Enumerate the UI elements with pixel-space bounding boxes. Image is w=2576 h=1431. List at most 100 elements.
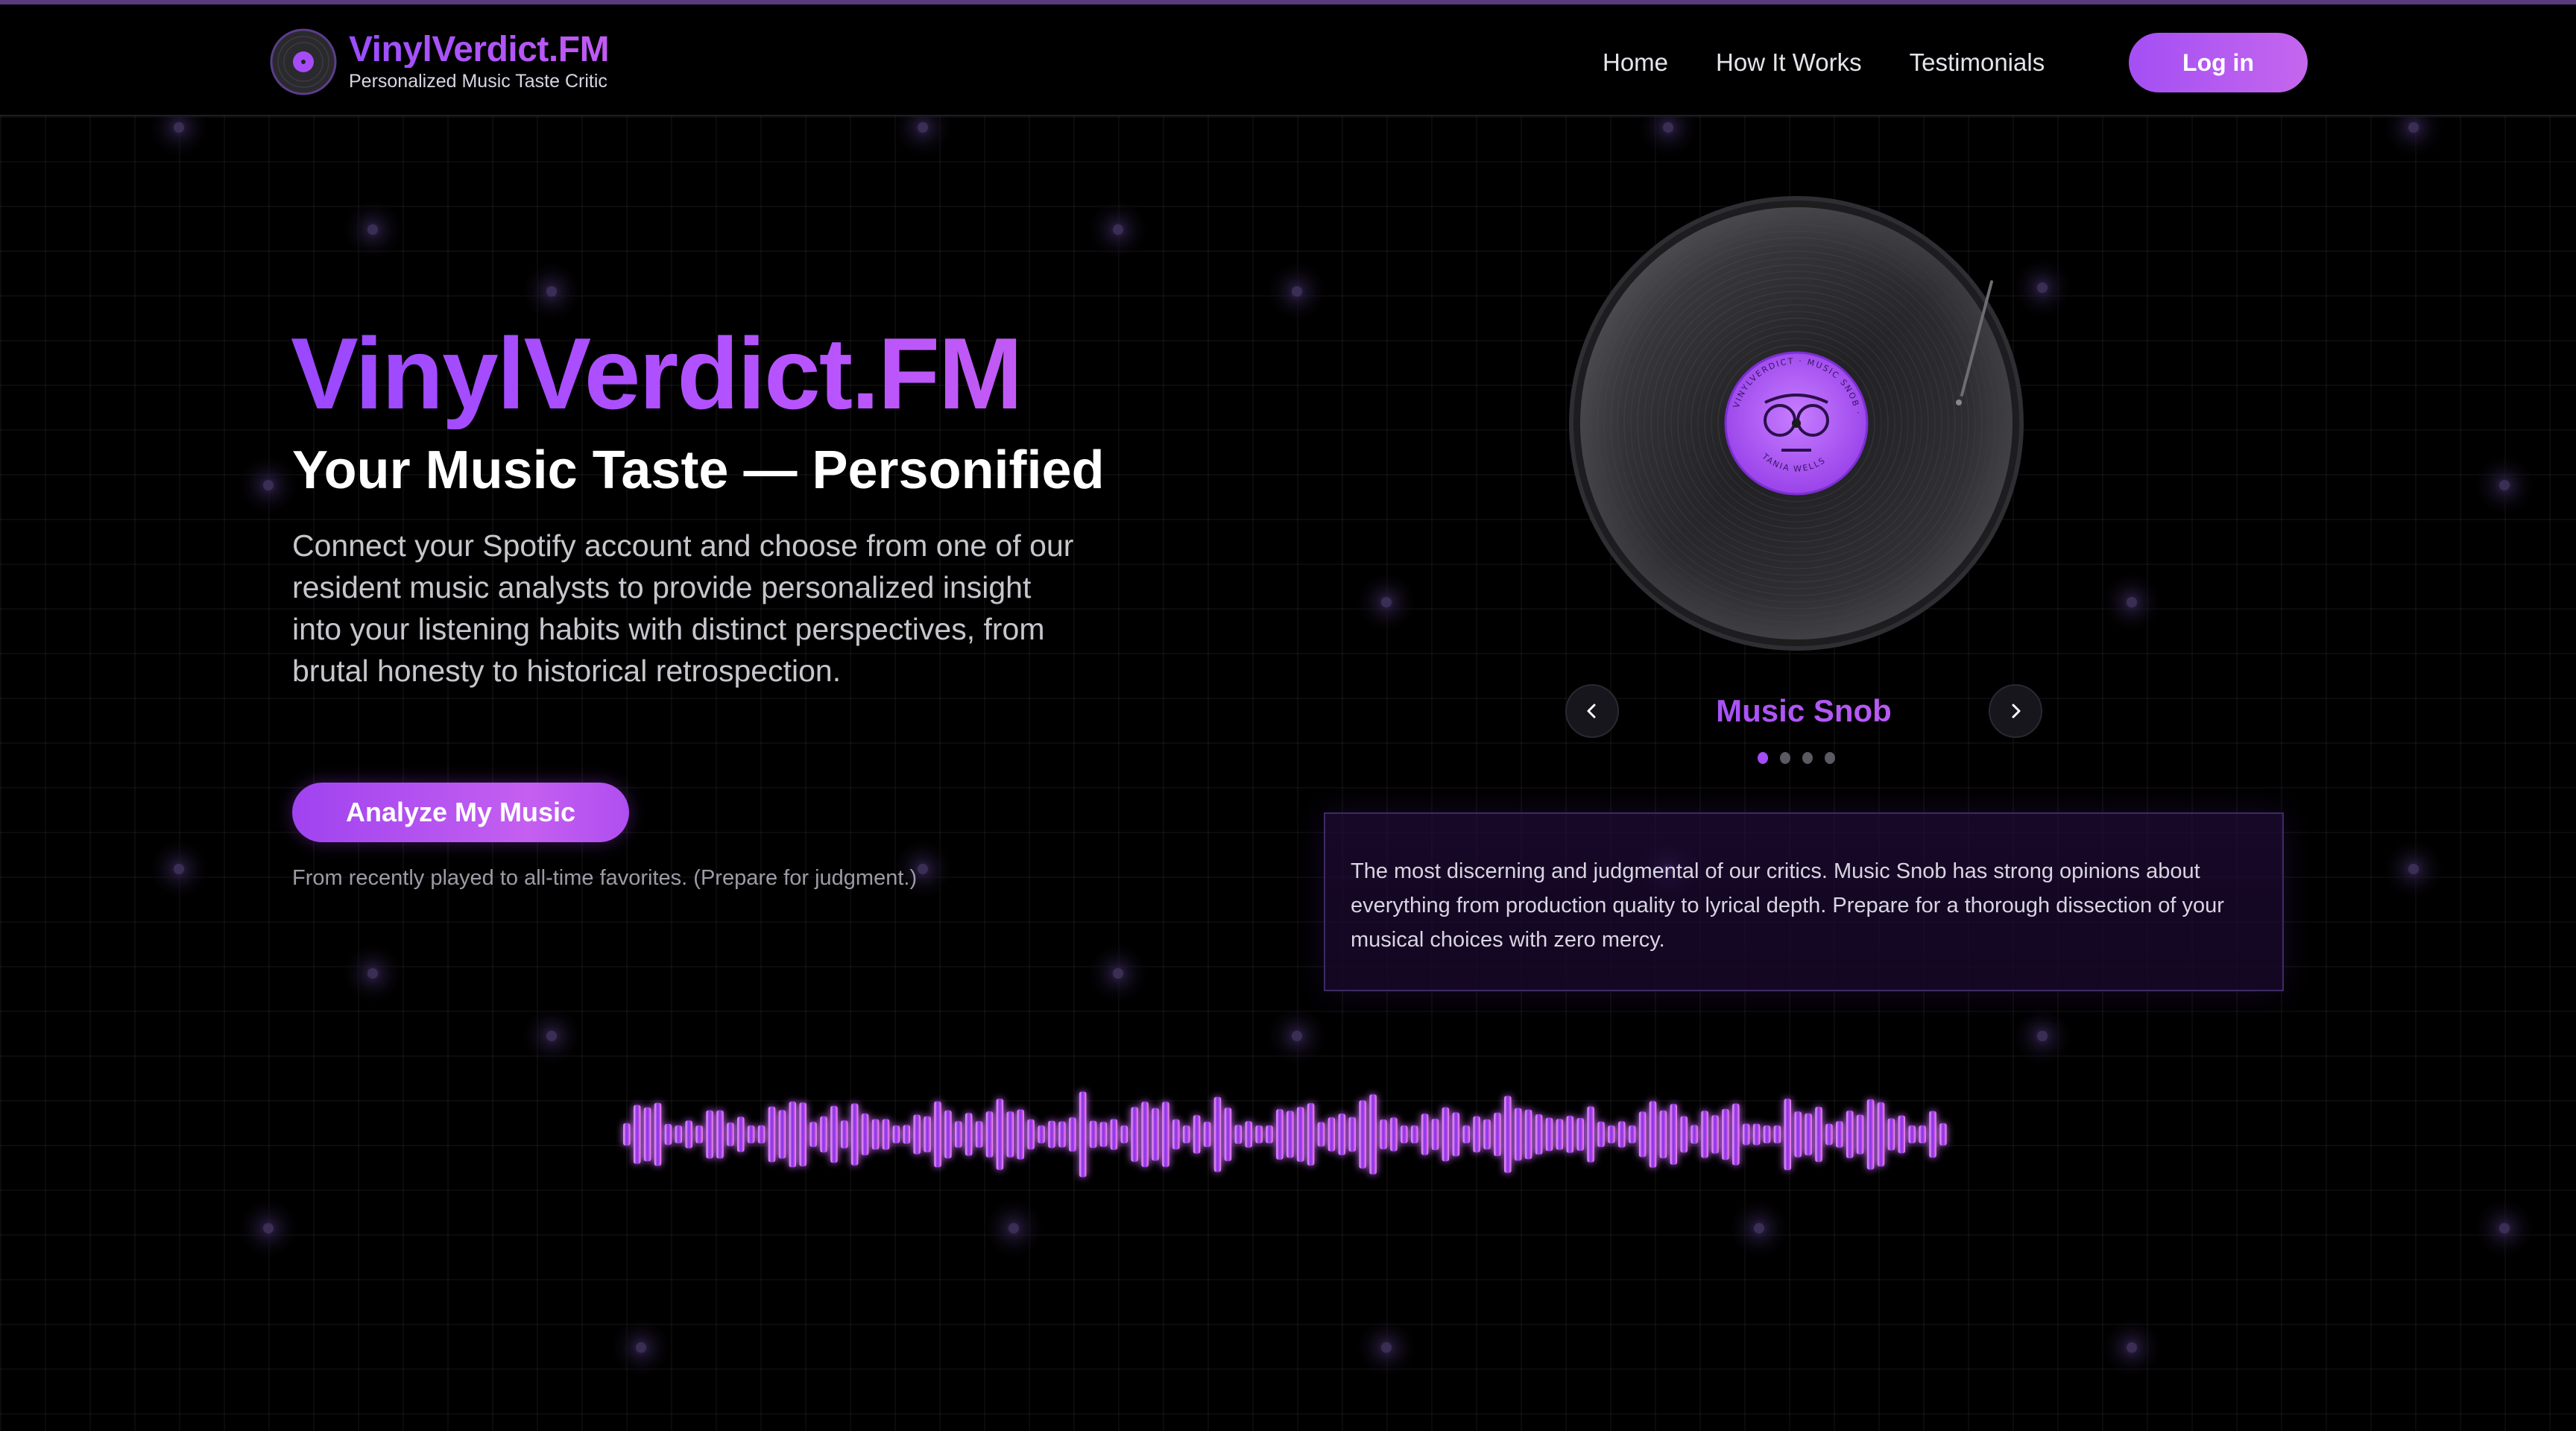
waveform-bar [1442,1107,1450,1162]
waveform-bar [623,1123,631,1146]
waveform-bar [861,1113,869,1155]
waveform-bar [1670,1104,1677,1165]
carousel-dot-1[interactable] [1758,752,1768,764]
background-glow-dot [340,941,405,1006]
waveform-bar [1846,1111,1854,1158]
main-nav: Home How It Works Testimonials [1603,33,2092,92]
waveform-bar [850,1103,859,1166]
waveform-bar [1742,1123,1750,1146]
background-dot [1113,224,1123,235]
waveform-bar [1224,1108,1232,1161]
waveform-bar [1773,1125,1781,1143]
carousel-prev-button[interactable] [1565,684,1619,738]
background-dot [263,480,274,490]
background-dot [2127,597,2137,607]
background-dot [1663,122,1673,133]
waveform-bar [1390,1117,1398,1152]
waveform-bar [1680,1116,1688,1153]
background-dots [146,95,2537,1380]
waveform-bar [1276,1109,1284,1160]
background-dot [2408,122,2419,133]
hero-description: Connect your Spotify account and choose … [292,528,1074,688]
waveform-bar [1752,1123,1761,1146]
background-glow-dot [519,1003,584,1069]
background-glow-dot [2472,1195,2537,1261]
waveform-bar [903,1125,910,1144]
waveform-bar [757,1125,765,1144]
waveform-bar [1131,1107,1138,1162]
waveform-bar [1110,1119,1118,1150]
background-glow-dot [981,1195,1046,1261]
carousel-next-button[interactable] [1989,684,2042,738]
waveform-bar [654,1102,662,1166]
top-navbar: VinylVerdict.FM Personalized Music Taste… [0,4,2576,116]
login-button[interactable]: Log in [2129,33,2308,92]
waveform-bar [1608,1125,1615,1143]
background-dot [1754,1223,1764,1233]
nav-home-link[interactable]: Home [1603,48,1668,77]
background-dot [2037,1031,2048,1041]
waveform-bar [1193,1115,1201,1154]
chevron-left-icon [1587,704,1596,718]
waveform-bar [778,1110,786,1159]
waveform-bar [1317,1122,1325,1147]
waveform-bar [737,1116,745,1152]
waveform-bar [1722,1108,1729,1160]
analyze-my-music-button[interactable]: Analyze My Music [292,783,629,842]
waveform-bar [1836,1121,1843,1148]
waveform-bar [913,1114,921,1154]
hero-title: VinylVerdict.FM [291,318,1111,429]
waveform-bar [1452,1112,1459,1157]
audio-waveform [623,1091,1947,1178]
nav-testimonials-link[interactable]: Testimonials [1910,48,2045,77]
waveform-bar [1638,1111,1647,1157]
waveform-bar [892,1125,900,1143]
waveform-bar [1234,1125,1242,1144]
background-glow-dot [1264,1003,1330,1069]
landing-page: VinylVerdict.FM Personalized Music Taste… [0,0,2576,1431]
waveform-bar [924,1116,931,1153]
background-dot [2499,480,2510,490]
carousel-dot-3[interactable] [1802,752,1813,764]
waveform-bar [1017,1109,1024,1160]
waveform-bar [1908,1125,1916,1143]
hero-subtitle: Your Music Taste — Personified [292,440,1105,500]
waveform-bar [1099,1122,1108,1147]
waveform-bar [1628,1125,1636,1143]
nav-how-it-works-link[interactable]: How It Works [1716,48,1862,77]
waveform-bar [1172,1119,1180,1150]
waveform-bar [1038,1125,1045,1143]
waveform-bar [1763,1125,1771,1143]
brand-logo[interactable]: VinylVerdict.FM Personalized Music Taste… [270,28,620,95]
waveform-bar [1089,1120,1097,1149]
waveform-bar [1359,1100,1366,1169]
background-dot [1008,1223,1019,1233]
waveform-bar [1504,1096,1512,1173]
waveform-bar [1929,1111,1936,1158]
analyst-description-card: The most discerning and judgmental of ou… [1324,812,2284,991]
background-glow-dot [236,1195,301,1261]
waveform-bar [1079,1091,1087,1178]
analyst-description: The most discerning and judgmental of ou… [1351,859,2224,952]
waveform-bar [1732,1103,1740,1166]
waveform-bar [1939,1123,1947,1146]
carousel-dot-4[interactable] [1825,752,1835,764]
waveform-bar [1410,1125,1418,1143]
waveform-bar [1649,1101,1657,1168]
waveform-bar [1711,1115,1719,1154]
brand-subtitle: Personalized Music Taste Critic [349,71,607,92]
carousel-dot-2[interactable] [1780,752,1790,764]
background-glow-dot [2099,1315,2165,1380]
waveform-bar [1266,1125,1273,1143]
waveform-bar [1659,1110,1667,1159]
waveform-bar [965,1113,973,1156]
waveform-bar [1307,1103,1315,1166]
waveform-bar [996,1099,1004,1170]
waveform-bar [1784,1099,1791,1170]
waveform-bar [1182,1125,1190,1143]
background-dot [2037,282,2048,293]
waveform-bar [1825,1123,1833,1146]
background-glow-dot [2381,836,2446,902]
background-glow-dot [1085,941,1151,1006]
waveform-bar [1348,1116,1356,1152]
